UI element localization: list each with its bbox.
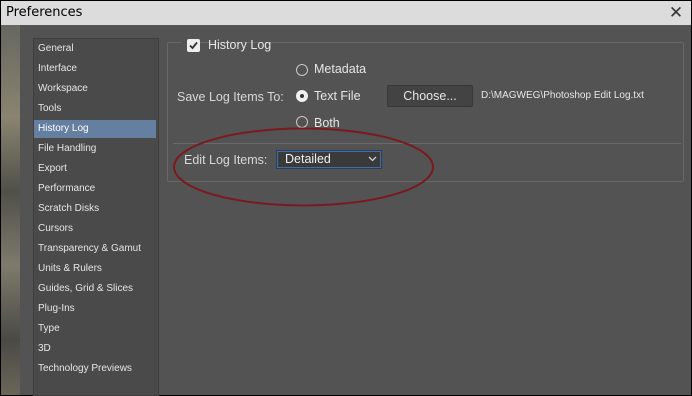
sidebar-item-units-rulers[interactable]: Units & Rulers (34, 260, 156, 278)
sidebar-item-workspace[interactable]: Workspace (34, 80, 156, 98)
window-title: Preferences (6, 5, 83, 20)
checkmark-icon (189, 41, 198, 50)
radio-metadata-label[interactable]: Metadata (314, 62, 366, 76)
sidebar-item-performance[interactable]: Performance (34, 180, 156, 198)
sidebar-item-general[interactable]: General (34, 40, 156, 58)
sidebar-item-scratch-disks[interactable]: Scratch Disks (34, 200, 156, 218)
sidebar-item-tools[interactable]: Tools (34, 100, 156, 118)
sidebar-item-guides-grid-slices[interactable]: Guides, Grid & Slices (34, 280, 156, 298)
sidebar-item-file-handling[interactable]: File Handling (34, 140, 156, 158)
choose-button[interactable]: Choose... (387, 85, 473, 107)
history-log-toggle[interactable]: History Log (181, 37, 271, 57)
sidebar-item-interface[interactable]: Interface (34, 60, 156, 78)
dialog-body: General Interface Workspace Tools Histor… (20, 25, 691, 396)
sidebar-item-transparency-gamut[interactable]: Transparency & Gamut (34, 240, 156, 258)
sidebar-item-plug-ins[interactable]: Plug-Ins (34, 300, 156, 318)
history-log-label: History Log (208, 38, 272, 52)
radio-text-file-label[interactable]: Text File (314, 89, 361, 103)
radio-metadata[interactable] (296, 64, 308, 76)
radio-text-file[interactable] (296, 90, 308, 102)
highlight-ellipse (173, 127, 434, 207)
log-file-path: D:\MAGWEG\Photoshop Edit Log.txt (481, 90, 644, 101)
sidebar-item-history-log[interactable]: History Log (34, 120, 156, 138)
close-button[interactable]: ✕ (663, 2, 689, 24)
sidebar-item-technology-previews[interactable]: Technology Previews (34, 360, 156, 378)
title-bar: Preferences ✕ (1, 1, 691, 25)
sidebar-item-type[interactable]: Type (34, 320, 156, 338)
preferences-sidebar: General Interface Workspace Tools Histor… (33, 38, 159, 396)
sidebar-item-export[interactable]: Export (34, 160, 156, 178)
sidebar-item-cursors[interactable]: Cursors (34, 220, 156, 238)
sidebar-item-3d[interactable]: 3D (34, 340, 156, 358)
save-log-items-label: Save Log Items To: (177, 90, 284, 104)
history-log-checkbox[interactable] (187, 39, 200, 52)
background-photo-strip (1, 25, 20, 395)
